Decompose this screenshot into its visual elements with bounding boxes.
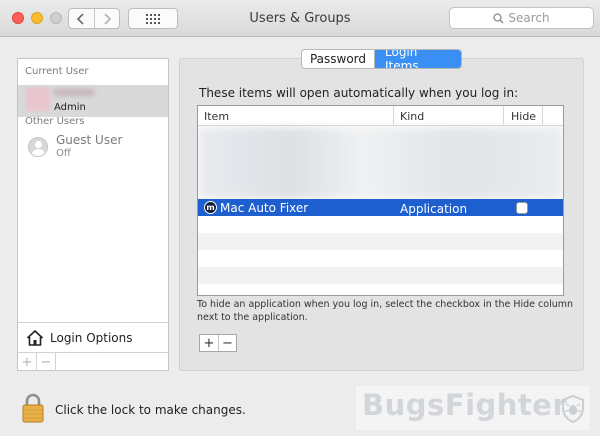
lock-icon[interactable] <box>22 393 44 423</box>
users-sidebar: Current User Admin Other Users Guest Use… <box>17 58 169 371</box>
column-kind-header[interactable]: Kind <box>400 110 424 123</box>
login-items-buttons: + − <box>199 334 237 352</box>
avatar <box>26 87 50 111</box>
navigation-segment <box>68 8 120 29</box>
redacted-name <box>54 89 94 96</box>
table-row[interactable]: m Mac Auto Fixer Application <box>198 199 563 216</box>
redacted-rows <box>198 127 563 199</box>
tab-bar: Password Login Items <box>301 49 462 69</box>
empty-row <box>198 216 563 233</box>
sidebar-buttons: + − <box>18 352 168 371</box>
forward-button[interactable] <box>93 9 120 28</box>
search-field[interactable]: Search <box>449 7 594 29</box>
login-options-item[interactable]: Login Options <box>18 322 168 352</box>
hide-hint-text: To hide an application when you log in, … <box>197 299 574 323</box>
hide-checkbox[interactable] <box>516 202 528 214</box>
remove-user-button[interactable]: − <box>37 353 56 371</box>
login-items-heading: These items will open automatically when… <box>199 86 519 100</box>
login-options-label: Login Options <box>50 330 133 345</box>
grid-icon <box>146 13 160 24</box>
remove-login-item-button[interactable]: − <box>218 335 236 351</box>
current-user-label: Current User <box>25 66 89 77</box>
show-all-button[interactable] <box>128 8 178 29</box>
guest-avatar-icon <box>28 137 48 157</box>
user-role: Admin <box>54 102 86 113</box>
empty-row <box>198 233 563 250</box>
chevron-left-icon <box>77 12 84 25</box>
lock-instruction: Click the lock to make changes. <box>55 403 246 417</box>
other-users-label: Other Users <box>25 116 85 127</box>
zoom-window-button[interactable] <box>50 12 62 24</box>
empty-row <box>198 250 563 267</box>
tab-password[interactable]: Password <box>302 50 375 68</box>
search-icon <box>493 12 504 23</box>
add-user-button[interactable]: + <box>18 353 37 371</box>
house-icon <box>26 329 44 346</box>
row-item-kind: Application <box>400 202 468 216</box>
column-item-header[interactable]: Item <box>204 110 229 123</box>
login-items-table[interactable]: Item Kind Hide m Mac Auto Fixer Applicat… <box>197 105 564 296</box>
app-icon: m <box>204 201 217 214</box>
chevron-right-icon <box>104 12 111 25</box>
minimize-window-button[interactable] <box>31 12 43 24</box>
tab-login-items[interactable]: Login Items <box>375 50 461 68</box>
window-title: Users & Groups <box>249 11 351 26</box>
user-name: Guest User <box>56 133 123 147</box>
empty-row <box>198 267 563 284</box>
column-hide-header[interactable]: Hide <box>511 110 536 123</box>
user-row-admin[interactable]: Admin <box>18 85 168 117</box>
add-login-item-button[interactable]: + <box>200 335 218 351</box>
row-item-name: Mac Auto Fixer <box>220 201 309 215</box>
table-header: Item Kind Hide <box>198 106 563 126</box>
title-bar: Users & Groups Search <box>0 0 600 37</box>
bug-shield-icon <box>562 394 584 424</box>
back-button[interactable] <box>69 9 94 28</box>
watermark-logo: BugsFighter <box>362 388 568 422</box>
search-placeholder: Search <box>508 11 550 25</box>
close-window-button[interactable] <box>12 12 24 24</box>
user-status: Off <box>56 148 71 159</box>
user-row-guest[interactable]: Guest User Off <box>18 131 168 163</box>
